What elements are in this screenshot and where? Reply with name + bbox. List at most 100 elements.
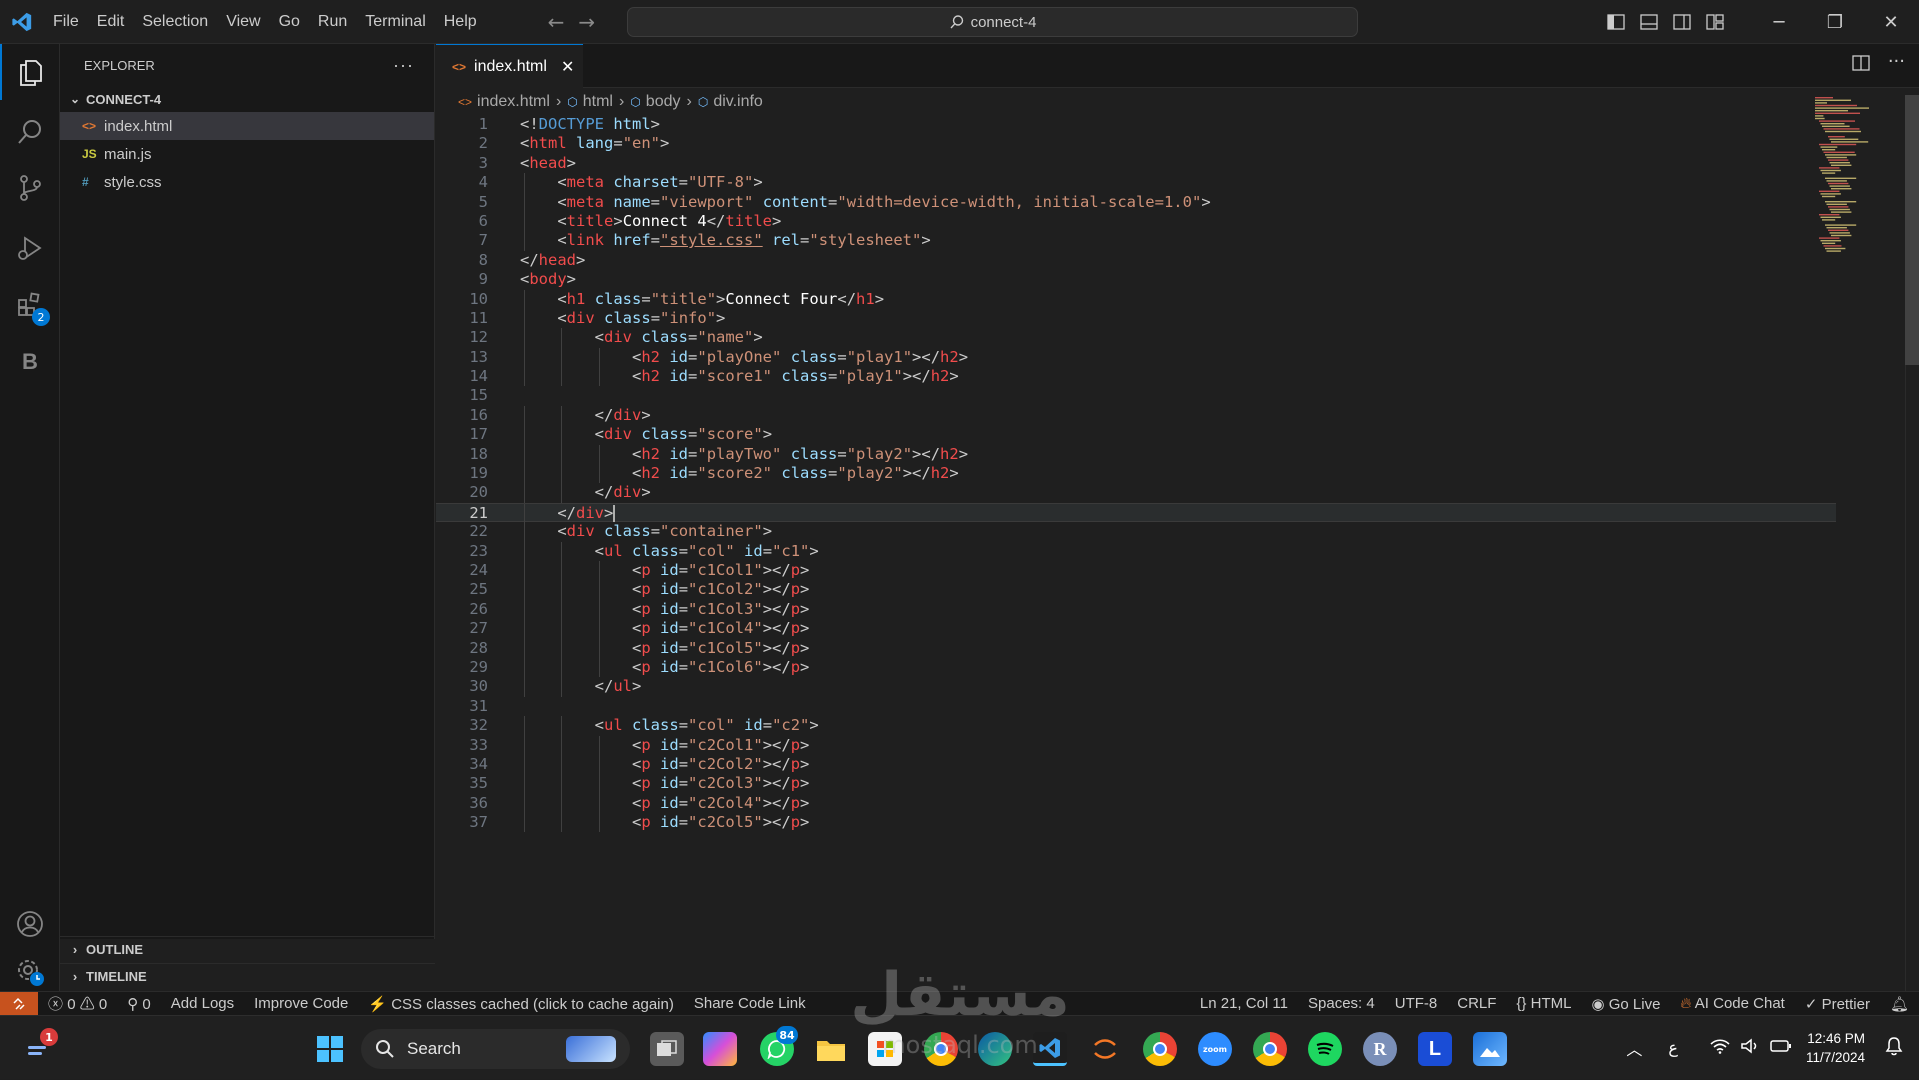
code-line[interactable]: 16 </div> bbox=[436, 405, 1836, 426]
code-line[interactable]: 23 <ul class="col" id="c1"> bbox=[436, 541, 1836, 561]
close-tab-icon[interactable]: ✕ bbox=[561, 57, 574, 77]
language-mode[interactable]: {} HTML bbox=[1506, 995, 1581, 1012]
clock[interactable]: 12:46 PM 11/7/2024 bbox=[1806, 1029, 1865, 1067]
code-line[interactable]: 34 <p id="c2Col2"></p> bbox=[436, 754, 1836, 775]
vscode-taskbar-icon[interactable] bbox=[1033, 1032, 1067, 1066]
code-line[interactable]: 33 <p id="c2Col1"></p> bbox=[436, 735, 1836, 755]
code-line[interactable]: 6 <title>Connect 4</title> bbox=[436, 211, 1836, 232]
cursor-position[interactable]: Ln 21, Col 11 bbox=[1190, 995, 1298, 1012]
code-line[interactable]: 37 <p id="c2Col5"></p> bbox=[436, 813, 1836, 833]
remote-indicator-icon[interactable] bbox=[0, 991, 38, 1016]
more-actions-icon[interactable]: ··· bbox=[393, 55, 414, 76]
widgets-icon[interactable]: 1 bbox=[22, 1028, 58, 1066]
ports-indicator[interactable]: ⚲ 0 bbox=[117, 995, 161, 1013]
code-line[interactable]: 13 <h2 id="playOne" class="play1"></h2> bbox=[436, 347, 1836, 368]
code-line[interactable]: 18 <h2 id="playTwo" class="play2"></h2> bbox=[436, 444, 1836, 465]
menu-help[interactable]: Help bbox=[435, 13, 486, 31]
extensions-icon[interactable]: 2 bbox=[0, 276, 60, 332]
code-line[interactable]: 20 </div> bbox=[436, 483, 1836, 503]
notifications-bell-icon[interactable]: 🔔︎ bbox=[1880, 995, 1919, 1013]
spotify-icon[interactable] bbox=[1308, 1032, 1342, 1066]
breadcrumb-item[interactable]: div.info bbox=[713, 93, 763, 111]
code-line[interactable]: 8 </head> bbox=[436, 251, 1836, 270]
code-line[interactable]: 12 <div class="name"> bbox=[436, 328, 1836, 348]
outline-section[interactable]: › OUTLINE bbox=[60, 936, 435, 962]
code-line[interactable]: 30 </ul> bbox=[436, 677, 1836, 697]
b-extension-icon[interactable]: B bbox=[0, 334, 60, 390]
code-line[interactable]: 11 <div class="info"> bbox=[436, 308, 1836, 329]
code-line[interactable]: 17 <div class="score"> bbox=[436, 425, 1836, 445]
close-window-icon[interactable]: ✕ bbox=[1863, 12, 1919, 33]
code-line[interactable]: 15 bbox=[436, 386, 1836, 405]
battery-icon[interactable] bbox=[1770, 1039, 1792, 1058]
menu-go[interactable]: Go bbox=[270, 13, 309, 31]
chevron-up-icon[interactable]: ︿ bbox=[1626, 1036, 1642, 1060]
code-line[interactable]: 10 <h1 class="title">Connect Four</h1> bbox=[436, 289, 1836, 309]
chrome-profile-icon[interactable] bbox=[924, 1032, 958, 1066]
whatsapp-icon[interactable]: 84 bbox=[760, 1026, 798, 1066]
minimap[interactable] bbox=[1813, 95, 1903, 295]
prettier-button[interactable]: ✓ Prettier bbox=[1795, 995, 1880, 1013]
code-line[interactable]: 19 <h2 id="score2" class="play2"></h2> bbox=[436, 464, 1836, 484]
menu-edit[interactable]: Edit bbox=[88, 13, 134, 31]
explorer-icon[interactable] bbox=[0, 44, 60, 100]
taskbar-search[interactable]: Search bbox=[361, 1029, 630, 1069]
code-line[interactable]: 9 <body> bbox=[436, 270, 1836, 289]
command-center-search[interactable]: connect-4 bbox=[627, 7, 1358, 37]
breadcrumb-item[interactable]: html bbox=[583, 93, 613, 111]
more-actions-icon[interactable]: ··· bbox=[1888, 53, 1905, 76]
code-line[interactable]: 3 <head> bbox=[436, 154, 1836, 173]
file-item-style-css[interactable]: # style.css bbox=[60, 168, 434, 196]
code-line[interactable]: 22 <div class="container"> bbox=[436, 522, 1836, 542]
timeline-section[interactable]: › TIMELINE bbox=[60, 963, 435, 989]
file-item-index-html[interactable]: <> index.html bbox=[60, 112, 434, 140]
code-line[interactable]: 14 <h2 id="score1" class="play1"></h2> bbox=[436, 367, 1836, 387]
run-debug-icon[interactable] bbox=[0, 220, 60, 276]
toggle-secondary-sidebar-icon[interactable] bbox=[1665, 14, 1698, 30]
code-line[interactable]: 24 <p id="c1Col1"></p> bbox=[436, 560, 1836, 581]
go-live-button[interactable]: ◉ Go Live bbox=[1581, 995, 1670, 1013]
code-line[interactable]: 27 <p id="c1Col4"></p> bbox=[436, 619, 1836, 639]
code-line[interactable]: 21 </div> bbox=[436, 502, 1836, 524]
breadcrumb-item[interactable]: body bbox=[646, 93, 681, 111]
split-editor-icon[interactable] bbox=[1852, 54, 1870, 76]
code-line[interactable]: 7 <link href="style.css" rel="stylesheet… bbox=[436, 231, 1836, 251]
code-line[interactable]: 1 <!DOCTYPE html> bbox=[436, 115, 1836, 134]
search-icon[interactable] bbox=[0, 104, 60, 160]
code-line[interactable]: 35 <p id="c2Col3"></p> bbox=[436, 774, 1836, 794]
improve-code-button[interactable]: Improve Code bbox=[244, 995, 358, 1012]
breadcrumb-item[interactable]: index.html bbox=[477, 93, 550, 111]
problems-indicator[interactable]: ⓧ 0 ⚠ 0 bbox=[38, 993, 117, 1014]
start-windows-icon[interactable] bbox=[313, 1032, 347, 1066]
menu-selection[interactable]: Selection bbox=[133, 13, 217, 31]
menu-run[interactable]: Run bbox=[309, 13, 356, 31]
chrome-secondary-icon[interactable] bbox=[1253, 1032, 1287, 1066]
code-line[interactable]: 2 <html lang="en"> bbox=[436, 134, 1836, 153]
customize-layout-icon[interactable] bbox=[1698, 14, 1731, 30]
microsoft-store-icon[interactable] bbox=[868, 1032, 902, 1066]
file-item-main-js[interactable]: JS main.js bbox=[60, 140, 434, 168]
wifi-icon[interactable] bbox=[1710, 1038, 1730, 1059]
file-explorer-icon[interactable] bbox=[814, 1032, 848, 1066]
folder-root[interactable]: ⌄ CONNECT-4 bbox=[60, 86, 434, 112]
copilot-icon[interactable] bbox=[703, 1032, 737, 1066]
encoding[interactable]: UTF-8 bbox=[1385, 995, 1448, 1012]
chrome-icon[interactable] bbox=[1143, 1032, 1177, 1066]
forward-arrow-icon[interactable]: → bbox=[578, 10, 595, 34]
tab-index-html[interactable]: <> index.html ✕ bbox=[436, 44, 583, 88]
code-line[interactable]: 5 <meta name="viewport" content="width=d… bbox=[436, 192, 1836, 212]
toggle-primary-sidebar-icon[interactable] bbox=[1599, 14, 1632, 30]
menu-file[interactable]: File bbox=[44, 13, 88, 31]
jupyter-icon[interactable] bbox=[1088, 1032, 1122, 1066]
photos-icon[interactable] bbox=[1473, 1032, 1507, 1066]
code-line[interactable]: 28 <p id="c1Col5"></p> bbox=[436, 638, 1836, 658]
vertical-scrollbar[interactable] bbox=[1905, 95, 1919, 991]
menu-terminal[interactable]: Terminal bbox=[356, 13, 434, 31]
end-of-line[interactable]: CRLF bbox=[1447, 995, 1506, 1012]
l-app-icon[interactable]: L bbox=[1418, 1032, 1452, 1066]
restore-icon[interactable]: ❐ bbox=[1807, 12, 1863, 33]
code-line[interactable]: 32 <ul class="col" id="c2"> bbox=[436, 716, 1836, 736]
code-line[interactable]: 36 <p id="c2Col4"></p> bbox=[436, 793, 1836, 814]
code-line[interactable]: 31 bbox=[436, 697, 1836, 716]
css-cache-button[interactable]: ⚡ CSS classes cached (click to cache aga… bbox=[358, 995, 684, 1013]
